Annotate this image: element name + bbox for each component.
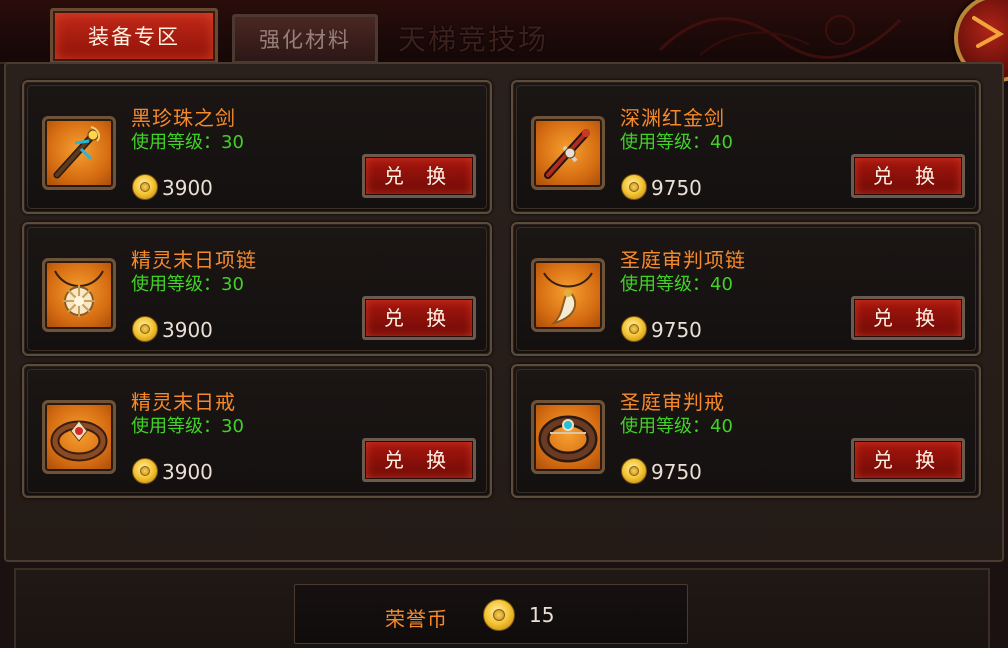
item-name: 圣庭审判项链 bbox=[620, 248, 746, 272]
item-level: 使用等级：40 bbox=[620, 416, 733, 437]
coin-icon bbox=[132, 174, 158, 200]
sword-icon bbox=[531, 116, 605, 190]
exchange-button[interactable]: 兑 换 bbox=[362, 296, 476, 340]
currency-value: 15 bbox=[529, 603, 555, 627]
coin-icon bbox=[621, 458, 647, 484]
exchange-button[interactable]: 兑 换 bbox=[851, 438, 965, 482]
coin-icon bbox=[483, 599, 515, 631]
item-name: 圣庭审判戒 bbox=[620, 390, 725, 414]
item-card: 深渊红金剑 使用等级：40 9750 兑 换 bbox=[511, 80, 981, 214]
exchange-button[interactable]: 兑 换 bbox=[851, 154, 965, 198]
item-card: 圣庭审判戒 使用等级：40 9750 兑 换 bbox=[511, 364, 981, 498]
necklace-icon bbox=[42, 258, 116, 332]
item-name: 精灵末日项链 bbox=[131, 248, 257, 272]
exchange-button[interactable]: 兑 换 bbox=[362, 154, 476, 198]
item-card: 黑珍珠之剑 使用等级：30 3900 兑 换 bbox=[22, 80, 492, 214]
close-icon bbox=[972, 16, 1004, 48]
item-level: 使用等级：40 bbox=[620, 132, 733, 153]
necklace-icon bbox=[531, 258, 605, 332]
item-level: 使用等级：30 bbox=[131, 274, 244, 295]
item-card: 圣庭审判项链 使用等级：40 9750 兑 换 bbox=[511, 222, 981, 356]
tab-equipment[interactable]: 装备专区 bbox=[50, 8, 218, 64]
item-price: 3900 bbox=[162, 176, 213, 200]
item-card: 精灵末日戒 使用等级：30 3900 兑 换 bbox=[22, 364, 492, 498]
item-price: 3900 bbox=[162, 460, 213, 484]
coin-icon bbox=[132, 458, 158, 484]
ring-icon bbox=[42, 400, 116, 474]
item-price: 9750 bbox=[651, 176, 702, 200]
item-level: 使用等级：40 bbox=[620, 274, 733, 295]
item-price: 9750 bbox=[651, 460, 702, 484]
tab-arena[interactable]: 天梯竞技场 bbox=[398, 18, 548, 58]
item-level: 使用等级：30 bbox=[131, 132, 244, 153]
decorative-swirl bbox=[658, 15, 902, 59]
coin-icon bbox=[621, 316, 647, 342]
coin-icon bbox=[621, 174, 647, 200]
currency-display: 荣誉币 15 bbox=[294, 584, 688, 644]
exchange-button[interactable]: 兑 换 bbox=[851, 296, 965, 340]
item-name: 精灵末日戒 bbox=[131, 390, 236, 414]
item-level: 使用等级：30 bbox=[131, 416, 244, 437]
item-price: 3900 bbox=[162, 318, 213, 342]
currency-label: 荣誉币 bbox=[385, 607, 448, 631]
sword-icon bbox=[42, 116, 116, 190]
tab-materials[interactable]: 强化材料 bbox=[232, 14, 378, 64]
ring-icon bbox=[531, 400, 605, 474]
item-name: 黑珍珠之剑 bbox=[131, 106, 236, 130]
item-name: 深渊红金剑 bbox=[620, 106, 725, 130]
coin-icon bbox=[132, 316, 158, 342]
item-price: 9750 bbox=[651, 318, 702, 342]
exchange-button[interactable]: 兑 换 bbox=[362, 438, 476, 482]
item-card: 精灵末日项链 使用等级：30 3900 兑 换 bbox=[22, 222, 492, 356]
